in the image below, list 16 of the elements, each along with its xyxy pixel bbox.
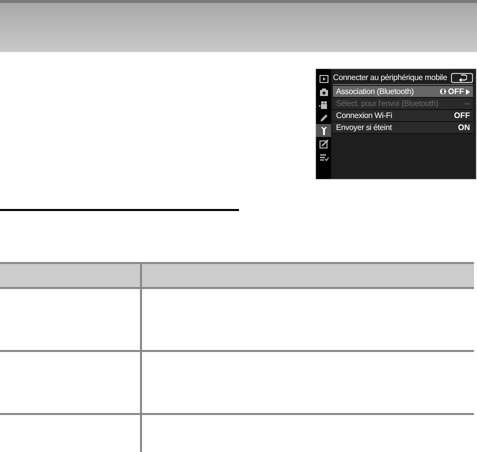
menu-item[interactable]: Connexion Wi-Fi OFF [333, 110, 473, 122]
pencil-icon[interactable] [318, 112, 328, 122]
menu-item[interactable]: Envoyer si éteint ON [333, 122, 473, 134]
retouch-icon[interactable] [318, 138, 328, 148]
caret-icon [466, 88, 470, 94]
selected-tab-highlight[interactable] [316, 124, 331, 137]
list-check-icon[interactable] [318, 152, 328, 162]
menu-item[interactable]: Association (Bluetooth) OFF [333, 86, 473, 98]
play-icon[interactable] [318, 74, 328, 84]
camera-icon[interactable] [318, 86, 328, 96]
wrench-icon[interactable] [318, 126, 328, 136]
video-camera-icon[interactable] [318, 100, 328, 110]
bluetooth-icon [440, 88, 446, 95]
back-arrow-icon [458, 74, 466, 82]
back-button[interactable] [451, 72, 473, 82]
menu-title: Connecter au périphérique mobile [333, 73, 448, 82]
